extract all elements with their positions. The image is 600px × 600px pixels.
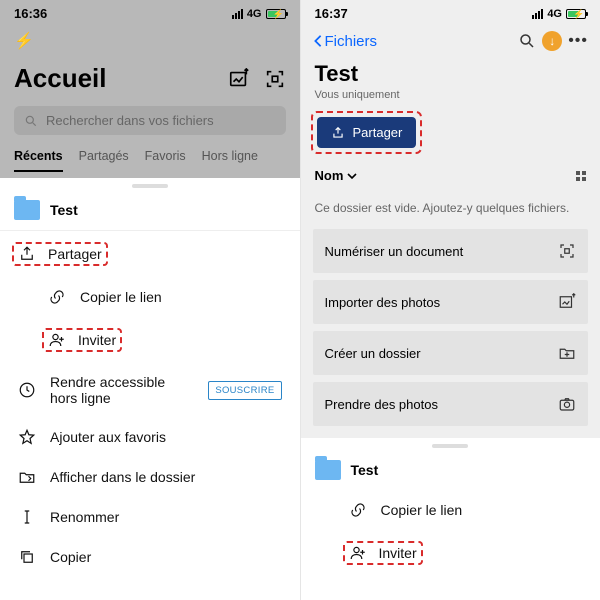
invite-icon [349, 544, 367, 562]
link-icon [48, 288, 66, 306]
menu-offline[interactable]: Rendre accessible hors ligne SOUSCRIRE [0, 363, 300, 417]
menu-reveal[interactable]: Afficher dans le dossier [0, 457, 300, 497]
empty-message: Ce dossier est vide. Ajoutez-y quelques … [301, 191, 600, 229]
tab-favorites[interactable]: Favoris [145, 149, 186, 172]
invite-icon [48, 331, 66, 349]
folder-icon [315, 460, 341, 480]
folder-name: Test [50, 202, 78, 218]
chevron-left-icon [313, 34, 323, 48]
link-icon [349, 501, 367, 519]
sheet-invite[interactable]: Inviter [301, 530, 600, 576]
share-icon [18, 245, 36, 263]
status-right: 4G ⚡ [532, 8, 586, 20]
image-upload-icon [558, 293, 576, 311]
search-icon [24, 114, 38, 128]
menu-share[interactable]: Partager [0, 231, 300, 277]
folder-subtitle: Vous uniquement [301, 87, 600, 109]
tab-recents[interactable]: Récents [14, 149, 63, 172]
sort-button[interactable]: Nom [315, 168, 358, 183]
menu-rename[interactable]: Renommer [0, 497, 300, 537]
grid-view-icon[interactable] [576, 171, 586, 181]
signal-icon [532, 9, 543, 19]
folder-title: Test [301, 59, 600, 87]
card-camera[interactable]: Prendre des photos [313, 382, 589, 426]
scan-icon [558, 242, 576, 260]
upload-image-icon[interactable] [228, 68, 250, 90]
tabs: Récents Partagés Favoris Hors ligne [0, 145, 300, 172]
menu-copy-link[interactable]: Copier le lien [0, 277, 300, 317]
bolt-icon: ⚡ [0, 23, 300, 53]
upload-badge-icon[interactable]: ↓ [542, 31, 562, 51]
star-icon [18, 428, 36, 446]
page-title: Accueil [14, 63, 107, 94]
copy-icon [18, 548, 36, 566]
status-time: 16:37 [315, 6, 348, 21]
back-button[interactable]: Fichiers [313, 33, 378, 50]
card-import[interactable]: Importer des photos [313, 280, 589, 324]
sheet-handle[interactable] [132, 184, 168, 188]
signal-icon [232, 9, 243, 19]
folder-icon [14, 200, 40, 220]
subscribe-button[interactable]: SOUSCRIRE [208, 381, 281, 400]
search-icon[interactable] [518, 32, 536, 50]
folder-plus-icon [558, 344, 576, 362]
cursor-icon [18, 508, 36, 526]
sheet-copy-link[interactable]: Copier le lien [301, 490, 600, 530]
card-newfolder[interactable]: Créer un dossier [313, 331, 589, 375]
scan-icon[interactable] [264, 68, 286, 90]
more-icon[interactable]: ••• [568, 32, 588, 50]
tab-offline[interactable]: Hors ligne [202, 149, 258, 172]
camera-icon [558, 395, 576, 413]
search-input[interactable]: Rechercher dans vos fichiers [14, 106, 286, 135]
share-button[interactable]: Partager [317, 117, 417, 148]
menu-favorite[interactable]: Ajouter aux favoris [0, 417, 300, 457]
sheet-folder-name: Test [351, 462, 379, 478]
chevron-down-icon [347, 171, 357, 181]
card-scan[interactable]: Numériser un document [313, 229, 589, 273]
battery-icon: ⚡ [266, 9, 286, 19]
battery-icon: ⚡ [566, 9, 586, 19]
menu-invite[interactable]: Inviter [0, 317, 300, 363]
status-right: 4G ⚡ [232, 8, 286, 20]
share-icon [331, 126, 345, 140]
folder-open-icon [18, 468, 36, 486]
tab-shared[interactable]: Partagés [79, 149, 129, 172]
status-time: 16:36 [14, 6, 47, 21]
offline-icon [18, 381, 36, 399]
sheet-handle[interactable] [432, 444, 468, 448]
menu-copy[interactable]: Copier [0, 537, 300, 577]
